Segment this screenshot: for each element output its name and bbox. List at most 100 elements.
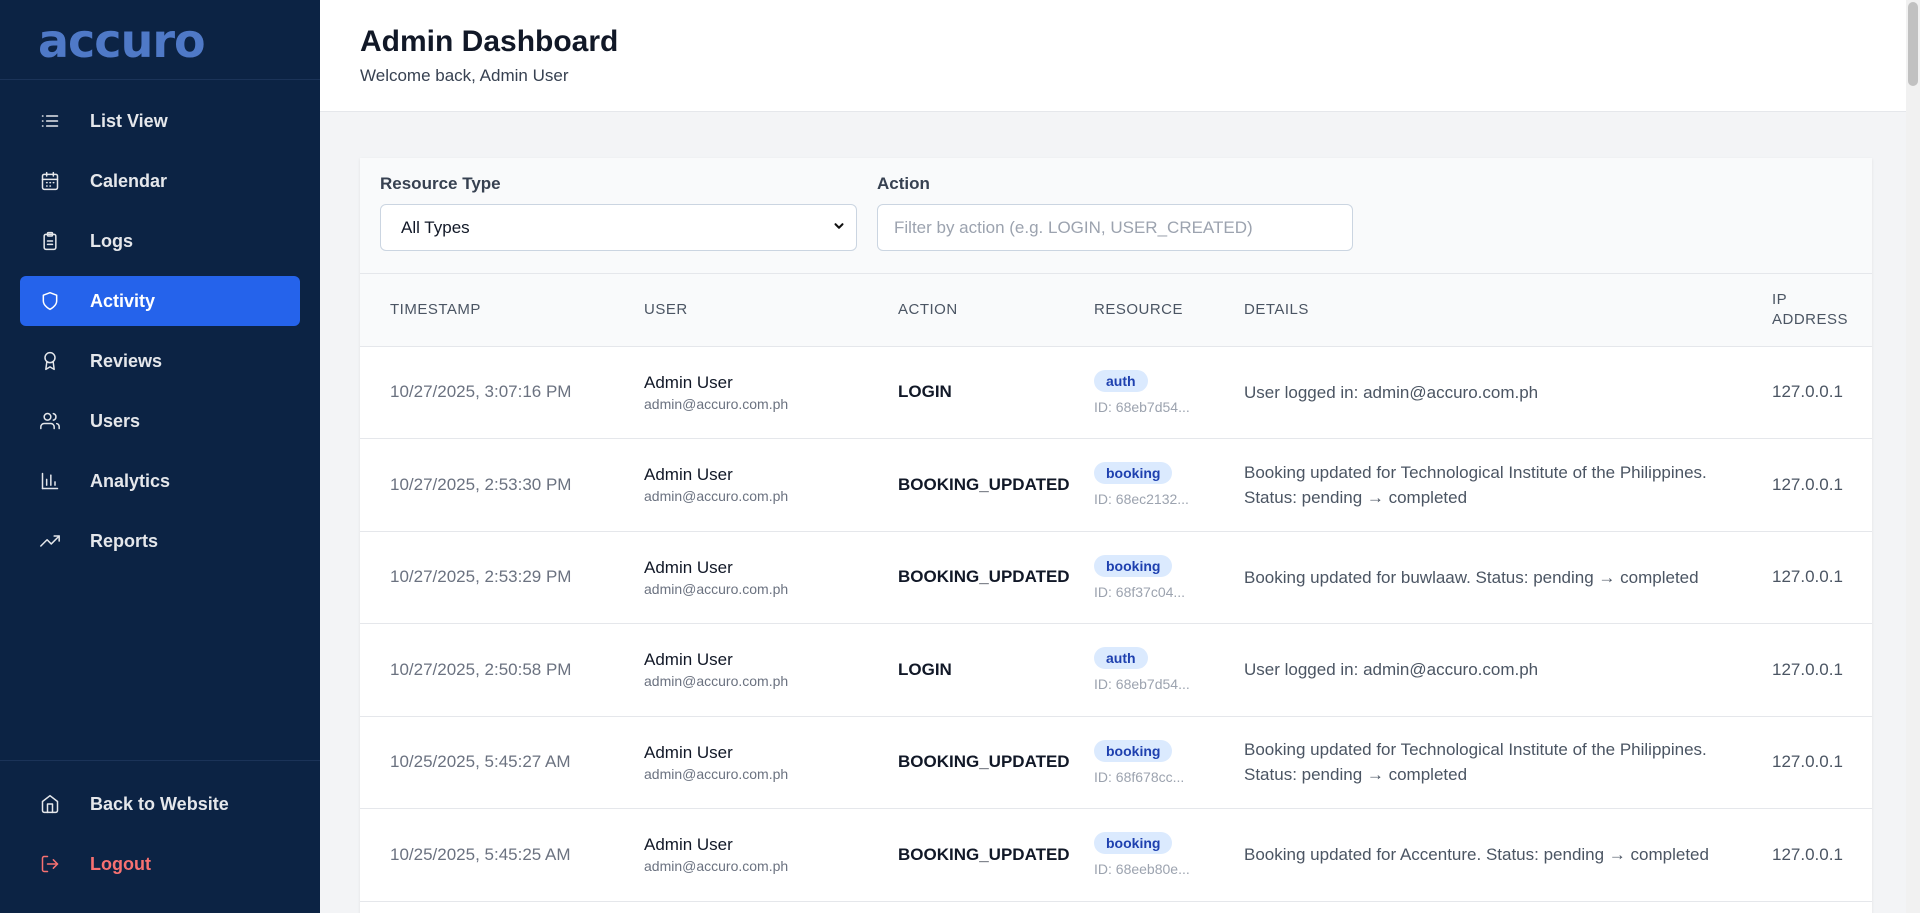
sidebar-item-logs[interactable]: Logs [20, 216, 300, 266]
user-email: admin@accuro.com.ph [644, 858, 789, 875]
resource-id: ID: 68ec2132... [1094, 491, 1189, 508]
resource-id: ID: 68f37c04... [1094, 583, 1186, 600]
user-name: Admin User [644, 742, 733, 762]
resource-type-value: All Types [401, 217, 470, 237]
cell-user: Admin User admin@accuro.com.ph [614, 439, 876, 532]
cell-action: BOOKING_UPDATED [898, 844, 1070, 864]
cell-timestamp: 10/27/2025, 3:07:16 PM [390, 382, 572, 402]
resource-type-select[interactable]: All Types [380, 204, 857, 251]
resource-type-label: Resource Type [380, 174, 501, 193]
sidebar-item-label: List View [90, 110, 168, 131]
action-filter-input[interactable] [877, 204, 1353, 251]
ip-header-line1: IP [1772, 290, 1788, 308]
resource-badge: auth [1094, 369, 1148, 392]
activity-table: Timestamp User Action Resource Details I… [360, 274, 1872, 902]
cell-ip-address: 127.0.0.1 [1772, 659, 1843, 679]
cell-resource: booking ID: 68ec2132... [1086, 439, 1244, 532]
cell-ip-address: 127.0.0.1 [1772, 844, 1843, 864]
award-icon [40, 351, 60, 371]
table-row[interactable]: 10/27/2025, 2:53:29 PM Admin User admin@… [360, 531, 1872, 624]
column-header-resource[interactable]: Resource [1086, 274, 1244, 346]
logo[interactable]: accuro [0, 0, 320, 80]
main-content: Admin Dashboard Welcome back, Admin User… [320, 0, 1920, 913]
filter-bar: Resource Type All Types Action [360, 158, 1872, 274]
scrollbar-thumb[interactable] [1908, 2, 1918, 86]
cell-resource: booking ID: 68f37c04... [1086, 531, 1244, 624]
cell-user: Admin User admin@accuro.com.ph [614, 624, 876, 717]
user-name: Admin User [644, 650, 733, 670]
column-header-timestamp[interactable]: Timestamp [360, 274, 614, 346]
resource-badge: booking [1094, 739, 1173, 762]
cell-details: Booking updated for Technological Instit… [1244, 462, 1707, 507]
cell-timestamp: 10/27/2025, 2:53:29 PM [390, 567, 572, 587]
user-name: Admin User [644, 835, 733, 855]
cell-timestamp: 10/27/2025, 2:53:30 PM [390, 474, 572, 494]
resource-badge: booking [1094, 462, 1173, 485]
cell-action: LOGIN [898, 659, 952, 679]
page-title: Admin Dashboard [360, 25, 619, 58]
resource-badge: auth [1094, 647, 1148, 670]
users-icon [40, 411, 60, 431]
resource-badge: booking [1094, 554, 1173, 577]
cell-details: Booking updated for Technological Instit… [1244, 740, 1707, 785]
user-email: admin@accuro.com.ph [644, 395, 789, 412]
column-header-ip-address[interactable]: IP Address [1762, 274, 1872, 346]
user-email: admin@accuro.com.ph [644, 580, 789, 597]
cell-details: User logged in: admin@accuro.com.ph [1244, 382, 1539, 402]
logout-button[interactable]: Logout [20, 839, 300, 889]
resource-type-filter: Resource Type All Types [380, 174, 857, 273]
page-subtitle: Welcome back, Admin User [360, 66, 569, 85]
logout-icon [40, 854, 60, 874]
sidebar-item-label: Activity [90, 290, 156, 311]
action-filter: Action [877, 174, 1353, 273]
cell-resource: booking ID: 68f678cc... [1086, 716, 1244, 809]
ip-header-line2: Address [1772, 310, 1849, 328]
cell-resource: auth ID: 68eb7d54... [1086, 346, 1244, 439]
list-icon [40, 111, 60, 131]
sidebar-item-label: Logs [90, 230, 133, 251]
cell-ip-address: 127.0.0.1 [1772, 567, 1843, 587]
cell-timestamp: 10/25/2025, 5:45:27 AM [390, 752, 571, 772]
table-row[interactable]: 10/27/2025, 2:53:30 PM Admin User admin@… [360, 439, 1872, 532]
sidebar-item-users[interactable]: Users [20, 396, 300, 446]
column-header-details[interactable]: Details [1244, 274, 1762, 346]
sidebar-item-calendar[interactable]: Calendar [20, 156, 300, 206]
sidebar-item-reports[interactable]: Reports [20, 516, 300, 566]
column-header-action[interactable]: Action [876, 274, 1086, 346]
table-row[interactable]: 10/25/2025, 5:45:25 AM Admin User admin@… [360, 809, 1872, 902]
sidebar-item-list-view[interactable]: List View [20, 96, 300, 146]
table-row[interactable]: 10/27/2025, 2:50:58 PM Admin User admin@… [360, 624, 1872, 717]
cell-user: Admin User admin@accuro.com.ph [614, 531, 876, 624]
shield-icon [40, 291, 60, 311]
user-name: Admin User [644, 372, 733, 392]
cell-user: Admin User admin@accuro.com.ph [614, 716, 876, 809]
cell-action: BOOKING_UPDATED [898, 474, 1070, 494]
cell-user: Admin User admin@accuro.com.ph [614, 809, 876, 902]
cell-details: User logged in: admin@accuro.com.ph [1244, 660, 1539, 680]
cell-action: BOOKING_UPDATED [898, 752, 1070, 772]
user-name: Admin User [644, 557, 733, 577]
cell-details: Booking updated for Accenture. Status: p… [1244, 845, 1709, 865]
sidebar-item-analytics[interactable]: Analytics [20, 456, 300, 506]
back-to-website-link[interactable]: Back to Website [20, 779, 300, 829]
user-email: admin@accuro.com.ph [644, 765, 789, 782]
activity-card: Resource Type All Types Action Timestam [360, 158, 1872, 913]
resource-id: ID: 68eb7d54... [1094, 676, 1190, 693]
sidebar-item-activity[interactable]: Activity [20, 276, 300, 326]
sidebar-item-reviews[interactable]: Reviews [20, 336, 300, 386]
sidebar-item-label: Analytics [90, 470, 171, 491]
user-name: Admin User [644, 465, 733, 485]
table-row[interactable]: 10/27/2025, 3:07:16 PM Admin User admin@… [360, 346, 1872, 439]
column-header-user[interactable]: User [614, 274, 876, 346]
chevron-down-icon [832, 219, 846, 236]
sidebar-item-label: Calendar [90, 170, 168, 191]
cell-resource: auth ID: 68eb7d54... [1086, 624, 1244, 717]
sidebar-item-label: Users [90, 410, 141, 431]
resource-badge: booking [1094, 832, 1173, 855]
cell-timestamp: 10/25/2025, 5:45:25 AM [390, 844, 571, 864]
table-row[interactable]: 10/25/2025, 5:45:27 AM Admin User admin@… [360, 716, 1872, 809]
sidebar-item-label: Reviews [90, 350, 163, 371]
cell-ip-address: 127.0.0.1 [1772, 382, 1843, 402]
sidebar-item-label: Reports [90, 530, 159, 551]
page-scrollbar[interactable] [1906, 0, 1920, 913]
